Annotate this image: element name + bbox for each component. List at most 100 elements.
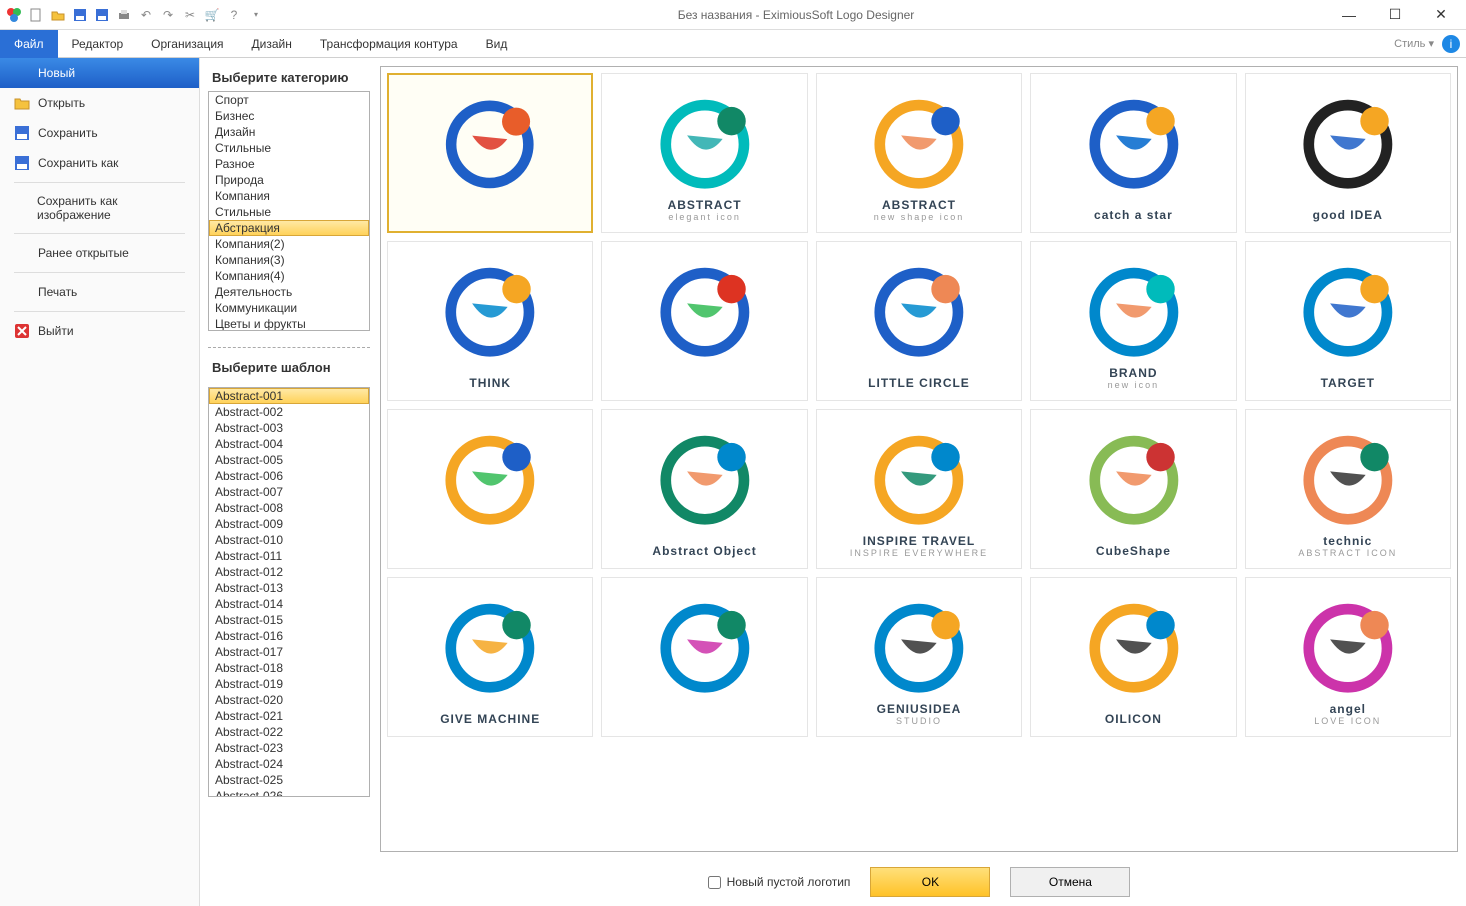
cut-icon[interactable]: ✂	[180, 5, 200, 25]
maximize-button[interactable]: ☐	[1372, 0, 1418, 30]
template-item[interactable]: Abstract-025	[209, 772, 369, 788]
template-item[interactable]: Abstract-006	[209, 468, 369, 484]
category-item[interactable]: Абстракция	[209, 220, 369, 236]
category-item[interactable]: Компания(2)	[209, 236, 369, 252]
menu-tab-Файл[interactable]: Файл	[0, 30, 58, 58]
gallery-thumb[interactable]: good IDEA	[1245, 73, 1451, 233]
cart-icon[interactable]: 🛒	[202, 5, 222, 25]
menu-tab-Организация[interactable]: Организация	[137, 30, 237, 58]
ok-button[interactable]: OK	[870, 867, 990, 897]
redo-icon[interactable]: ↷	[158, 5, 178, 25]
category-item[interactable]: Природа	[209, 172, 369, 188]
dropdown-icon[interactable]: ▾	[246, 5, 266, 25]
gallery-thumb[interactable]	[601, 241, 807, 401]
template-item[interactable]: Abstract-015	[209, 612, 369, 628]
gallery-thumb[interactable]: catch a star	[1030, 73, 1236, 233]
template-item[interactable]: Abstract-002	[209, 404, 369, 420]
new-icon[interactable]	[26, 5, 46, 25]
category-item[interactable]: Деятельность	[209, 284, 369, 300]
gallery-thumb[interactable]: TARGET	[1245, 241, 1451, 401]
gallery-thumb[interactable]: GIVE MACHINE	[387, 577, 593, 737]
sidebar-item-Новый[interactable]: Новый	[0, 58, 199, 88]
help-icon[interactable]: ?	[224, 5, 244, 25]
gallery-thumb[interactable]: BRANDnew icon	[1030, 241, 1236, 401]
template-item[interactable]: Abstract-021	[209, 708, 369, 724]
category-item[interactable]: Цветы и фрукты	[209, 316, 369, 331]
gallery-thumb[interactable]: angelLOVE ICON	[1245, 577, 1451, 737]
gallery-thumb[interactable]	[387, 409, 593, 569]
template-item[interactable]: Abstract-024	[209, 756, 369, 772]
gallery-thumb[interactable]: LITTLE CIRCLE	[816, 241, 1022, 401]
template-item[interactable]: Abstract-013	[209, 580, 369, 596]
info-icon[interactable]: i	[1442, 35, 1460, 53]
cancel-button[interactable]: Отмена	[1010, 867, 1130, 897]
gallery-thumb[interactable]: Abstract Object	[601, 409, 807, 569]
category-item[interactable]: Разное	[209, 156, 369, 172]
sidebar-label: Сохранить как изображение	[37, 194, 185, 222]
close-button[interactable]: ✕	[1418, 0, 1464, 30]
sidebar-item-Выйти[interactable]: Выйти	[0, 316, 199, 346]
template-item[interactable]: Abstract-018	[209, 660, 369, 676]
template-item[interactable]: Abstract-023	[209, 740, 369, 756]
category-item[interactable]: Компания(3)	[209, 252, 369, 268]
menu-tab-Вид[interactable]: Вид	[472, 30, 522, 58]
sidebar-item-Печать[interactable]: Печать	[0, 277, 199, 307]
minimize-button[interactable]: —	[1326, 0, 1372, 30]
category-item[interactable]: Стильные	[209, 140, 369, 156]
blank-logo-check[interactable]	[708, 876, 721, 889]
blank-logo-checkbox[interactable]: Новый пустой логотип	[708, 875, 851, 889]
category-item[interactable]: Дизайн	[209, 124, 369, 140]
template-item[interactable]: Abstract-008	[209, 500, 369, 516]
template-item[interactable]: Abstract-004	[209, 436, 369, 452]
category-listbox[interactable]: СпортБизнесДизайнСтильныеРазноеПриродаКо…	[208, 91, 370, 331]
sidebar-item-Сохранить как изображение[interactable]: Сохранить как изображение	[0, 187, 199, 229]
menu-tab-Дизайн[interactable]: Дизайн	[238, 30, 306, 58]
template-item[interactable]: Abstract-005	[209, 452, 369, 468]
gallery-thumb[interactable]	[601, 577, 807, 737]
template-item[interactable]: Abstract-014	[209, 596, 369, 612]
gallery-thumb[interactable]: INSPIRE TRAVELINSPIRE EVERYWHERE	[816, 409, 1022, 569]
gallery-thumb[interactable]: CubeShape	[1030, 409, 1236, 569]
template-item[interactable]: Abstract-011	[209, 548, 369, 564]
template-item[interactable]: Abstract-010	[209, 532, 369, 548]
saveas-icon[interactable]	[92, 5, 112, 25]
sidebar-item-Сохранить[interactable]: Сохранить	[0, 118, 199, 148]
gallery-thumb[interactable]: THINK	[387, 241, 593, 401]
template-item[interactable]: Abstract-009	[209, 516, 369, 532]
category-item[interactable]: Компания	[209, 188, 369, 204]
category-item[interactable]: Бизнес	[209, 108, 369, 124]
category-item[interactable]: Компания(4)	[209, 268, 369, 284]
template-item[interactable]: Abstract-001	[209, 388, 369, 404]
style-dropdown[interactable]: Стиль ▾	[1386, 37, 1442, 50]
template-item[interactable]: Abstract-012	[209, 564, 369, 580]
template-item[interactable]: Abstract-022	[209, 724, 369, 740]
category-item[interactable]: Коммуникации	[209, 300, 369, 316]
gallery-thumb[interactable]: technicABSTRACT ICON	[1245, 409, 1451, 569]
gallery-scroll[interactable]: ABSTRACTelegant icon ABSTRACTnew shape i…	[380, 66, 1458, 852]
template-item[interactable]: Abstract-026	[209, 788, 369, 797]
gallery-thumb[interactable]: GENIUSIDEASTUDIO	[816, 577, 1022, 737]
sidebar-item-Ранее открытые[interactable]: Ранее открытые	[0, 238, 199, 268]
category-item[interactable]: Спорт	[209, 92, 369, 108]
template-item[interactable]: Abstract-007	[209, 484, 369, 500]
gallery-thumb[interactable]: ABSTRACTelegant icon	[601, 73, 807, 233]
category-item[interactable]: Стильные	[209, 204, 369, 220]
menu-tab-Редактор[interactable]: Редактор	[58, 30, 138, 58]
template-item[interactable]: Abstract-019	[209, 676, 369, 692]
gallery-thumb[interactable]	[387, 73, 593, 233]
template-item[interactable]: Abstract-020	[209, 692, 369, 708]
template-item[interactable]: Abstract-016	[209, 628, 369, 644]
template-listbox[interactable]: Abstract-001Abstract-002Abstract-003Abst…	[208, 387, 370, 797]
sidebar-item-Сохранить как[interactable]: Сохранить как	[0, 148, 199, 178]
sidebar-item-Открыть[interactable]: Открыть	[0, 88, 199, 118]
undo-icon[interactable]: ↶	[136, 5, 156, 25]
blank-logo-label: Новый пустой логотип	[727, 875, 851, 889]
gallery-thumb[interactable]: ABSTRACTnew shape icon	[816, 73, 1022, 233]
gallery-thumb[interactable]: OILICON	[1030, 577, 1236, 737]
menu-tab-Трансформация контура[interactable]: Трансформация контура	[306, 30, 472, 58]
print-icon[interactable]	[114, 5, 134, 25]
template-item[interactable]: Abstract-017	[209, 644, 369, 660]
save-icon[interactable]	[70, 5, 90, 25]
template-item[interactable]: Abstract-003	[209, 420, 369, 436]
open-icon[interactable]	[48, 5, 68, 25]
